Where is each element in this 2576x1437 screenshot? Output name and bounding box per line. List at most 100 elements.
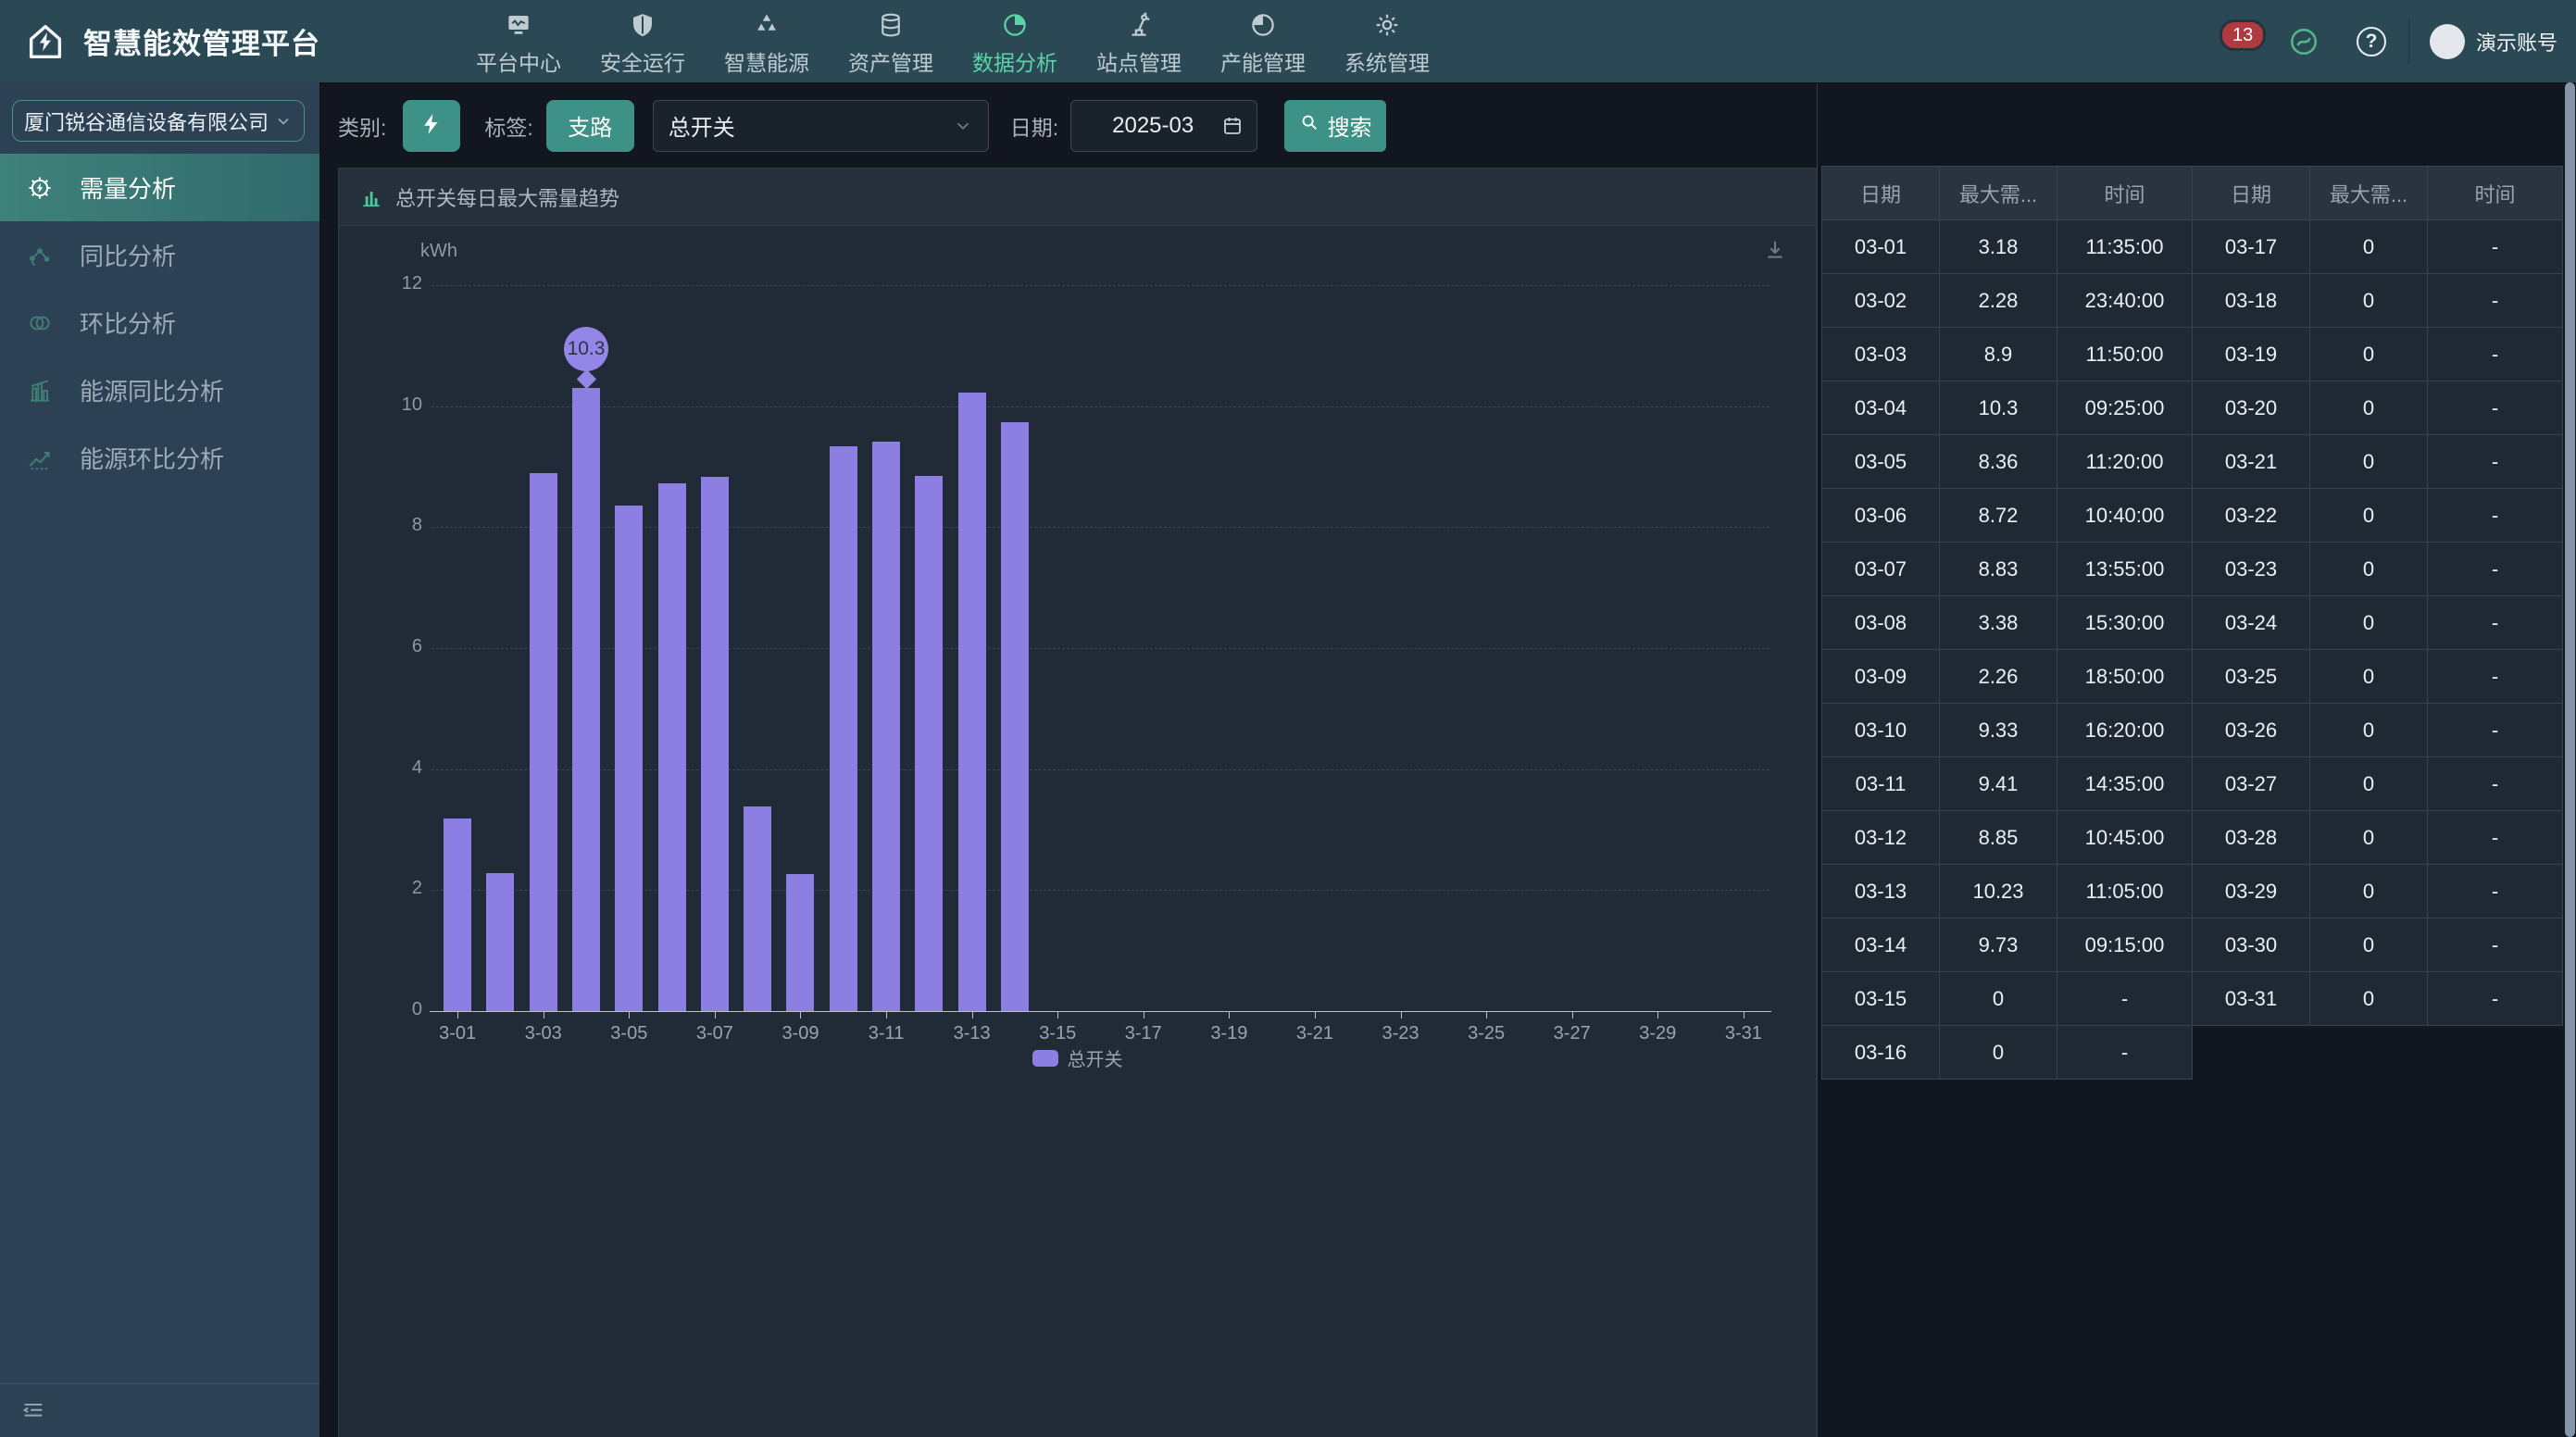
x-tick-label: 3-25 [1444,1023,1528,1044]
x-axis-tick [715,1012,716,1018]
bar-3-12[interactable] [915,476,943,1011]
category-electric-button[interactable] [403,100,460,152]
nav-item-site-management[interactable]: 站点管理 [1094,7,1183,77]
branch-select[interactable]: 总开关 [653,100,989,152]
scrollbar-thumb[interactable] [2565,82,2575,1437]
bar-3-10[interactable] [830,446,857,1011]
table-cell: - [2428,811,2563,865]
nav-item-smart-energy[interactable]: 智慧能源 [722,7,811,77]
help-icon[interactable]: ? [2357,27,2386,56]
x-tick-label: 3-29 [1616,1023,1699,1044]
x-tick-label: 3-21 [1273,1023,1357,1044]
search-button[interactable]: 搜索 [1284,100,1386,152]
energy-mom-icon [26,444,54,472]
bar-3-07[interactable] [701,477,729,1011]
system-management-icon [1373,11,1401,39]
bar-3-06[interactable] [658,483,686,1011]
nav-item-platform-center[interactable]: 平台中心 [474,7,563,77]
nav-item-asset-management[interactable]: 资产管理 [846,7,935,77]
table-cell: - [2428,381,2563,435]
bar-chart-icon [359,185,383,209]
sidebar-item-energy-mom-analysis[interactable]: 能源环比分析 [0,424,319,492]
tag-branch-button[interactable]: 支路 [546,100,634,152]
table-cell: - [2428,220,2563,274]
nav-item-system-management[interactable]: 系统管理 [1343,7,1432,77]
nav-item-safe-operation[interactable]: 安全运行 [598,7,687,77]
table-cell: 10:40:00 [2057,489,2193,543]
table-row: 03-092.2618:50:0003-250- [1822,650,2563,704]
table-cell: 0 [2310,328,2428,381]
table-cell: 3.18 [1940,220,2057,274]
bar-3-14[interactable] [1001,422,1029,1011]
nav-item-label: 安全运行 [600,45,685,77]
bar-3-02[interactable] [486,873,514,1011]
table-cell: - [2057,1026,2193,1080]
table-row: 03-038.911:50:0003-190- [1822,328,2563,381]
table-cell: 03-13 [1822,865,1940,918]
table-cell: 0 [1940,972,2057,1026]
bar-3-01[interactable] [444,818,471,1011]
table-cell: - [2428,972,2563,1026]
x-axis-tick [1229,1012,1230,1018]
table-header-cell: 日期 [1822,167,1940,220]
table-cell: 03-16 [1822,1026,1940,1080]
table-cell: 09:15:00 [2057,918,2193,972]
collapse-sidebar-icon[interactable] [20,1398,46,1424]
page: 智慧能效管理平台 平台中心安全运行 智慧能源资产管理数据分析站点管理产能管理系统管… [0,0,2576,1437]
table-cell: 14:35:00 [2057,757,2193,811]
table-row: 03-150-03-310- [1822,972,2563,1026]
company-select[interactable]: 厦门锐谷通信设备有限公司 [12,100,305,142]
date-input[interactable]: 2025-03 [1070,100,1257,152]
main-area: 类别: 标签: 支路 总开关 日期: 2025-03 [319,82,2576,1437]
account-name[interactable]: 演示账号 [2476,27,2557,56]
table-header-cell: 日期 [2193,167,2310,220]
top-right-cluster: 13 ? 演示账号 [2227,0,2557,82]
y-tick-label: 0 [357,999,422,1020]
table-cell: 03-02 [1822,274,1940,328]
nav-item-capacity-management[interactable]: 产能管理 [1219,7,1307,77]
sidebar-item-yoy-analysis[interactable]: 同比分析 [0,221,319,289]
x-axis-tick [1057,1012,1058,1018]
demand-analysis-icon [26,174,54,202]
gridline [431,406,1769,407]
table-cell: 03-06 [1822,489,1940,543]
sidebar-footer [0,1383,319,1437]
chart-legend[interactable]: 总开关 [1032,1044,1123,1071]
bar-3-05[interactable] [615,506,643,1011]
brand: 智慧能效管理平台 [24,0,320,82]
sidebar-item-mom-analysis[interactable]: 环比分析 [0,289,319,356]
table-cell: 03-10 [1822,704,1940,757]
download-icon[interactable] [1762,237,1788,263]
notification-badge: 13 [2220,19,2266,51]
bar-3-13[interactable] [958,393,986,1011]
bar-3-08[interactable] [744,806,771,1011]
table-cell: 03-04 [1822,381,1940,435]
table-cell: 11:20:00 [2057,435,2193,489]
notification-bell-icon[interactable]: 13 [2227,27,2257,56]
capacity-management-icon [1249,11,1277,39]
sidebar-item-energy-yoy-analysis[interactable]: 能源同比分析 [0,356,319,424]
table-row: 03-1310.2311:05:0003-290- [1822,865,2563,918]
branch-select-value: 总开关 [669,109,953,142]
demand-table: 日期最大需...时间日期最大需...时间 03-013.1811:35:0003… [1821,166,2563,1080]
bar-3-09[interactable] [786,874,814,1011]
bar-3-04[interactable] [572,388,600,1011]
app-logo-icon [24,20,67,63]
table-cell: - [2428,328,2563,381]
nav-item-data-analysis[interactable]: 数据分析 [970,7,1059,77]
bar-3-03[interactable] [530,473,557,1011]
sidebar-item-demand-analysis[interactable]: 需量分析 [0,154,319,221]
bar-3-11[interactable] [872,442,900,1011]
table-cell: - [2428,918,2563,972]
table-cell: 0 [2310,972,2428,1026]
x-axis-tick [800,1012,801,1018]
avatar[interactable] [2430,24,2465,59]
x-axis-tick [1572,1012,1573,1018]
table-cell: 03-08 [1822,596,1940,650]
performance-gauge-icon[interactable] [2288,26,2320,57]
x-axis-tick [1486,1012,1487,1018]
table-cell: - [2428,704,2563,757]
table-cell: - [2428,489,2563,543]
table-cell: 03-17 [2193,220,2310,274]
table-cell: 03-25 [2193,650,2310,704]
